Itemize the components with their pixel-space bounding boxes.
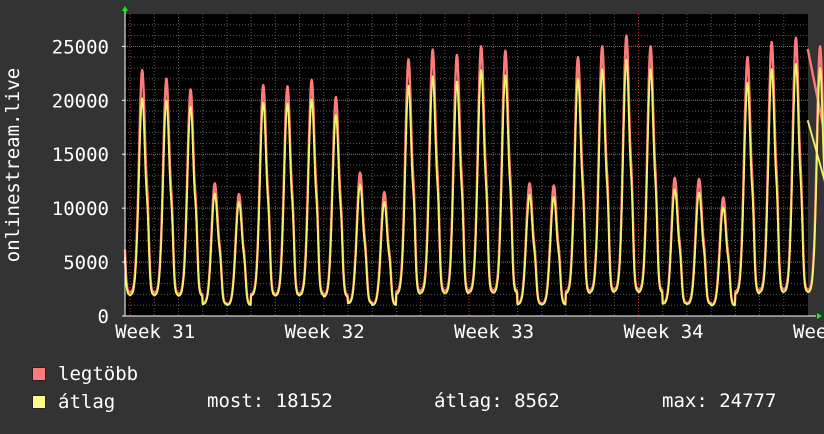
stat-now: most: 18152 bbox=[207, 390, 333, 412]
legend-swatch-max bbox=[32, 367, 46, 381]
legend-item-max: legtöbb bbox=[32, 363, 138, 385]
y-tick-label: 5000 bbox=[63, 252, 109, 274]
y-tick-label: 15000 bbox=[52, 144, 109, 166]
legend-item-avg: átlag bbox=[32, 391, 115, 413]
y-tick-label: 10000 bbox=[52, 198, 109, 220]
x-tick-label: Week 31 bbox=[115, 321, 195, 343]
legend-label-max: legtöbb bbox=[58, 363, 139, 385]
y-axis-arrow bbox=[122, 6, 128, 11]
y-axis-label: onlinestream.live bbox=[2, 68, 24, 262]
y-tick-label: 20000 bbox=[52, 90, 109, 112]
legend-label-avg: átlag bbox=[58, 391, 116, 413]
legend-swatch-avg bbox=[32, 395, 46, 409]
legend: legtöbb átlag bbox=[32, 0, 138, 413]
stat-average: átlag: 8562 bbox=[434, 390, 560, 412]
x-tick-label: Week 35 bbox=[793, 321, 824, 343]
x-tick-label: Week 32 bbox=[285, 321, 365, 343]
x-tick-label: Week 33 bbox=[454, 321, 534, 343]
x-tick-label: Week 34 bbox=[624, 321, 704, 343]
stat-max: max: 24777 bbox=[662, 390, 777, 412]
y-tick-label: 0 bbox=[98, 306, 109, 328]
y-tick-label: 25000 bbox=[52, 36, 109, 58]
x-axis-arrow bbox=[817, 313, 822, 319]
